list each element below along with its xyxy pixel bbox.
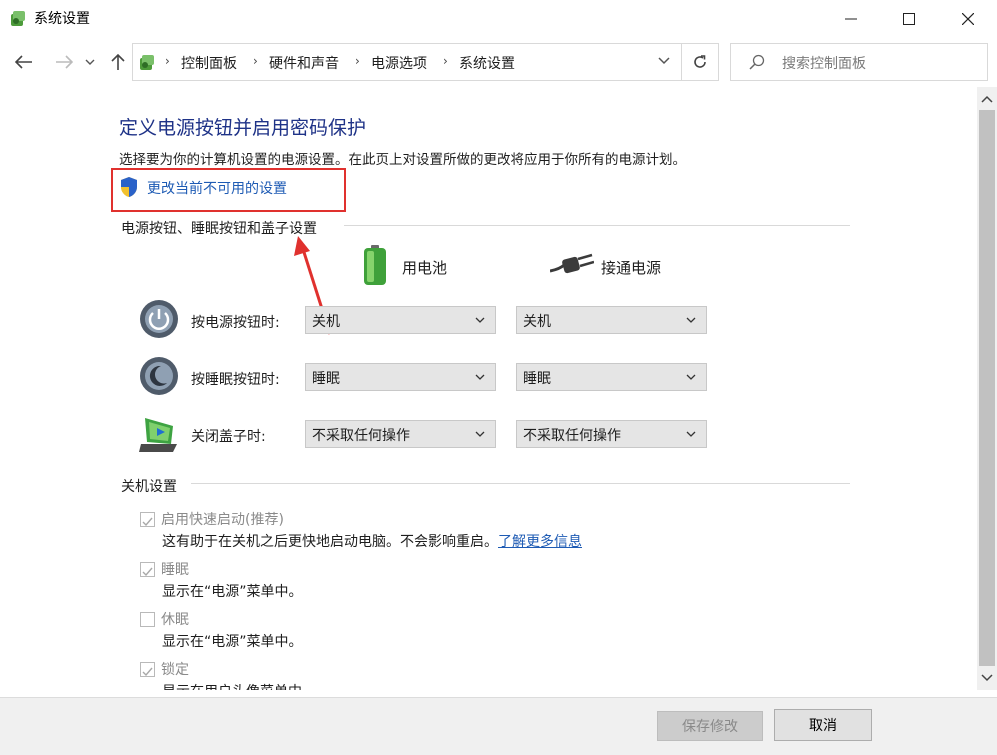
power-plug-icon (549, 253, 595, 281)
close-lid-plugged-select[interactable]: 不采取任何操作 (516, 420, 707, 448)
checkmark-icon (142, 567, 153, 577)
close-icon (962, 13, 974, 25)
chevron-down-icon (475, 317, 485, 323)
select-value: 睡眠 (523, 371, 551, 387)
fast-startup-description: 这有助于在关机之后更快地启动电脑。不会影响重启。了解更多信息 (162, 531, 582, 551)
battery-icon (362, 244, 388, 290)
learn-more-link[interactable]: 了解更多信息 (498, 534, 582, 550)
refresh-icon (694, 55, 706, 68)
cancel-button[interactable]: 取消 (774, 709, 872, 741)
sleep-button-icon (139, 356, 179, 400)
shutdown-section-heading: 关机设置 (121, 479, 177, 495)
breadcrumb-control-panel[interactable]: 控制面板 (181, 53, 237, 73)
sleep-button-action-label: 按睡眠按钮时: (191, 372, 280, 388)
control-panel-icon (8, 8, 28, 28)
power-buttons-section-heading: 电源按钮、睡眠按钮和盖子设置 (121, 221, 317, 237)
maximize-icon (903, 13, 915, 25)
fast-startup-description-text: 这有助于在关机之后更快地启动电脑。不会影响重启。 (162, 534, 498, 550)
chevron-down-icon (658, 57, 670, 65)
checkmark-icon (142, 517, 153, 527)
scroll-down-button[interactable] (979, 669, 995, 688)
close-button[interactable] (939, 0, 997, 38)
save-changes-button[interactable]: 保存修改 (657, 711, 763, 741)
chevron-right-icon: › (165, 54, 170, 68)
chevron-right-icon: › (253, 54, 258, 68)
minimize-button[interactable] (822, 0, 880, 38)
select-value: 关机 (523, 314, 551, 330)
arrow-left-icon (15, 55, 32, 69)
chevron-right-icon: › (443, 54, 448, 68)
minimize-icon (845, 18, 857, 20)
select-value: 不采取任何操作 (312, 428, 410, 444)
back-button[interactable] (10, 48, 38, 76)
section-divider (344, 225, 850, 226)
checkmark-icon (142, 667, 153, 677)
power-button-icon (139, 299, 179, 343)
chevron-down-icon (686, 374, 696, 380)
lock-checkbox[interactable] (140, 662, 155, 677)
power-button-action-label: 按电源按钮时: (191, 315, 280, 331)
chevron-down-icon (981, 674, 993, 682)
scrollbar-thumb[interactable] (979, 110, 995, 666)
laptop-lid-icon (137, 414, 181, 458)
lock-option-description: 显示在用户头像菜单中。 (162, 681, 316, 690)
recent-locations-button[interactable] (80, 48, 100, 76)
window-title: 系统设置 (34, 11, 90, 27)
breadcrumb-power-options[interactable]: 电源选项 (371, 53, 427, 73)
arrow-up-icon (111, 53, 125, 70)
power-button-battery-select[interactable]: 关机 (305, 306, 496, 334)
hibernate-option-description: 显示在“电源”菜单中。 (162, 634, 303, 650)
page-description: 选择要为你的计算机设置的电源设置。在此页上对设置所做的更改将应用于你所有的电源计… (119, 152, 686, 168)
change-unavailable-settings-link[interactable]: 更改当前不可用的设置 (147, 178, 287, 198)
close-lid-battery-select[interactable]: 不采取任何操作 (305, 420, 496, 448)
chevron-down-icon (686, 431, 696, 437)
select-value: 关机 (312, 314, 340, 330)
sleep-button-plugged-select[interactable]: 睡眠 (516, 363, 707, 391)
maximize-button[interactable] (880, 0, 938, 38)
page-title: 定义电源按钮并启用密码保护 (119, 117, 367, 139)
breadcrumb-hardware-sound[interactable]: 硬件和声音 (269, 53, 339, 73)
fast-startup-label: 启用快速启动(推荐) (161, 512, 284, 528)
uac-shield-icon (119, 176, 139, 202)
search-box[interactable]: 搜索控制面板 (730, 43, 988, 81)
scroll-up-button[interactable] (979, 92, 995, 111)
lock-option-label: 锁定 (161, 662, 189, 678)
sleep-option-label: 睡眠 (161, 562, 189, 578)
up-button[interactable] (104, 48, 132, 76)
hibernate-option-label: 休眠 (161, 612, 189, 628)
address-bar[interactable]: › 控制面板 › 硬件和声音 › 电源选项 › 系统设置 (132, 43, 682, 81)
search-icon (749, 54, 765, 70)
sleep-button-battery-select[interactable]: 睡眠 (305, 363, 496, 391)
search-placeholder: 搜索控制面板 (782, 56, 866, 72)
close-lid-action-label: 关闭盖子时: (191, 429, 266, 445)
control-panel-icon (137, 52, 157, 76)
breadcrumb-system-settings[interactable]: 系统设置 (459, 53, 515, 73)
sleep-option-description: 显示在“电源”菜单中。 (162, 584, 303, 600)
chevron-down-icon (475, 431, 485, 437)
forward-button[interactable] (50, 48, 78, 76)
address-dropdown-button[interactable] (648, 43, 680, 79)
chevron-down-icon (475, 374, 485, 380)
section-divider (191, 483, 850, 484)
refresh-button[interactable] (682, 43, 719, 81)
chevron-down-icon (686, 317, 696, 323)
chevron-right-icon: › (355, 54, 360, 68)
fast-startup-checkbox[interactable] (140, 512, 155, 527)
chevron-up-icon (981, 95, 993, 103)
chevron-down-icon (85, 59, 95, 65)
select-value: 不采取任何操作 (523, 428, 621, 444)
power-button-plugged-select[interactable]: 关机 (516, 306, 707, 334)
sleep-checkbox[interactable] (140, 562, 155, 577)
column-header-battery: 用电池 (402, 259, 448, 277)
hibernate-checkbox[interactable] (140, 612, 155, 627)
column-header-plugged-in: 接通电源 (601, 259, 662, 277)
arrow-right-icon (56, 55, 73, 69)
select-value: 睡眠 (312, 371, 340, 387)
